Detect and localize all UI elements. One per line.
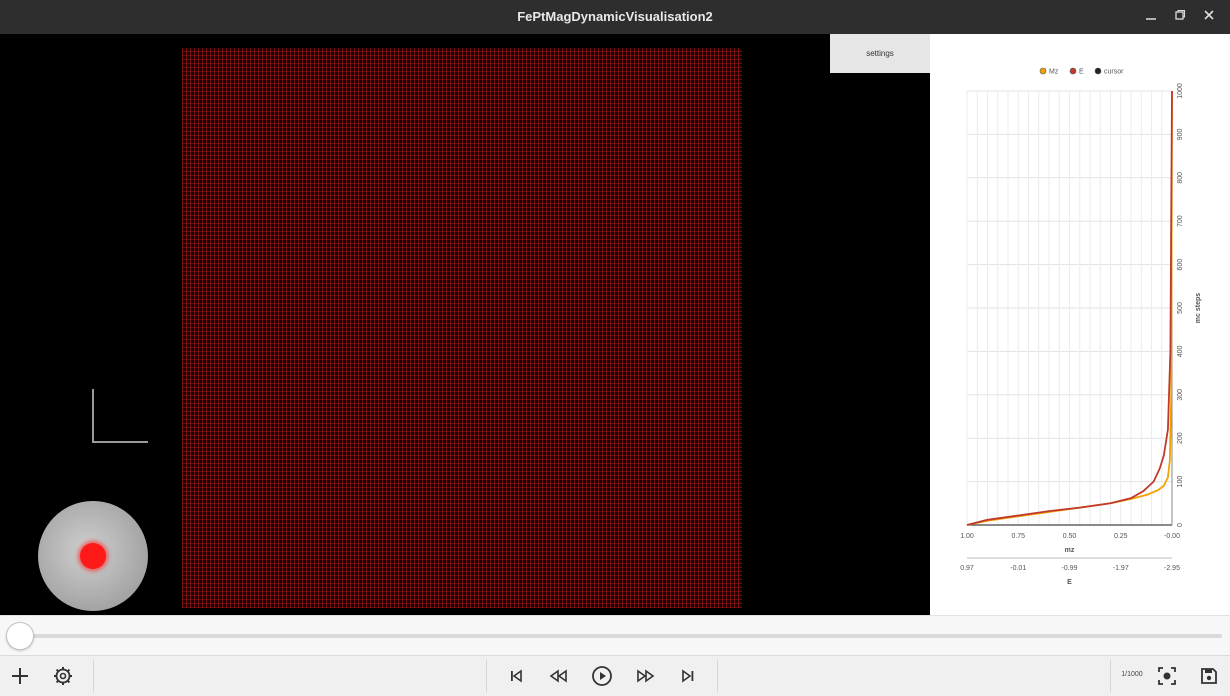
- timeline-slider-thumb[interactable]: [6, 622, 34, 650]
- add-icon[interactable]: [6, 662, 34, 690]
- x-tick-label: 1.00: [960, 533, 974, 540]
- x-axis-title: mz: [1065, 547, 1075, 554]
- y-tick-label: 0: [1177, 523, 1184, 527]
- y-tick-label: 800: [1177, 172, 1184, 184]
- magnetization-sphere[interactable]: [38, 501, 148, 611]
- legend-marker-cursor[interactable]: [1094, 67, 1102, 75]
- y-tick-label: 100: [1177, 476, 1184, 488]
- magnetization-dot: [80, 543, 106, 569]
- rewind-icon[interactable]: [545, 662, 573, 690]
- gear-icon[interactable]: [49, 662, 77, 690]
- y-tick-label: 400: [1177, 345, 1184, 357]
- maximize-icon[interactable]: [1171, 8, 1189, 26]
- play-icon[interactable]: [588, 662, 616, 690]
- x2-tick-label: -0.01: [1010, 565, 1026, 572]
- x2-tick-label: -0.99: [1062, 565, 1078, 572]
- frame-counter: 1/1000: [1121, 671, 1143, 678]
- window-title: FePtMagDynamicVisualisation2: [517, 9, 713, 24]
- minimize-icon[interactable]: [1142, 8, 1160, 26]
- timeline-track[interactable]: [8, 634, 1222, 638]
- x2-tick-label: -2.95: [1164, 565, 1180, 572]
- y-axis-title: mc steps: [1195, 293, 1202, 323]
- y-tick-label: 600: [1177, 259, 1184, 271]
- title-bar: FePtMagDynamicVisualisation2: [0, 0, 1230, 34]
- save-icon[interactable]: [1195, 662, 1223, 690]
- y-tick-label: 900: [1177, 128, 1184, 140]
- legend-label-mz: Mz: [1049, 69, 1059, 76]
- legend-label-cursor: cursor: [1104, 69, 1124, 76]
- y-tick-label: 500: [1177, 302, 1184, 314]
- toolbar-divider: [486, 660, 487, 692]
- x-tick-label: -0.00: [1164, 533, 1180, 540]
- x-tick-label: 0.75: [1011, 533, 1025, 540]
- legend-label-e: E: [1079, 69, 1084, 76]
- magnetization-chart: 0 100 200 300 400 500 600 700 800 900 1000 mc steps…: [960, 67, 1202, 586]
- y-tick-label: 300: [1177, 389, 1184, 401]
- y-tick-label: 700: [1177, 215, 1184, 227]
- skip-to-start-icon[interactable]: [502, 662, 530, 690]
- x-tick-label: 0.25: [1114, 533, 1128, 540]
- y-tick-label: 200: [1177, 432, 1184, 444]
- 3d-viewport[interactable]: settings: [0, 34, 930, 615]
- x2-tick-label: 0.97: [960, 565, 974, 572]
- x2-axis-title: E: [1067, 579, 1072, 586]
- bottom-toolbar: 1/1000: [0, 655, 1230, 696]
- toolbar-divider: [717, 660, 718, 692]
- timeline[interactable]: [0, 615, 1230, 656]
- settings-button[interactable]: settings: [830, 34, 930, 73]
- x2-tick-label: -1.97: [1113, 565, 1129, 572]
- screenshot-icon[interactable]: [1153, 662, 1181, 690]
- close-icon[interactable]: [1200, 8, 1218, 26]
- skip-to-end-icon[interactable]: [674, 662, 702, 690]
- axes-gizmo: [92, 389, 148, 443]
- x-tick-label: 0.50: [1063, 533, 1077, 540]
- spin-lattice[interactable]: [182, 48, 742, 608]
- fast-forward-icon[interactable]: [631, 662, 659, 690]
- chart-panel: 0 100 200 300 400 500 600 700 800 900 1000 mc steps…: [935, 34, 1230, 615]
- toolbar-divider: [93, 660, 94, 692]
- legend-marker-e[interactable]: [1069, 67, 1077, 75]
- legend-marker-mz[interactable]: [1039, 67, 1047, 75]
- y-tick-label: 1000: [1177, 83, 1184, 99]
- toolbar-divider: [1110, 660, 1111, 692]
